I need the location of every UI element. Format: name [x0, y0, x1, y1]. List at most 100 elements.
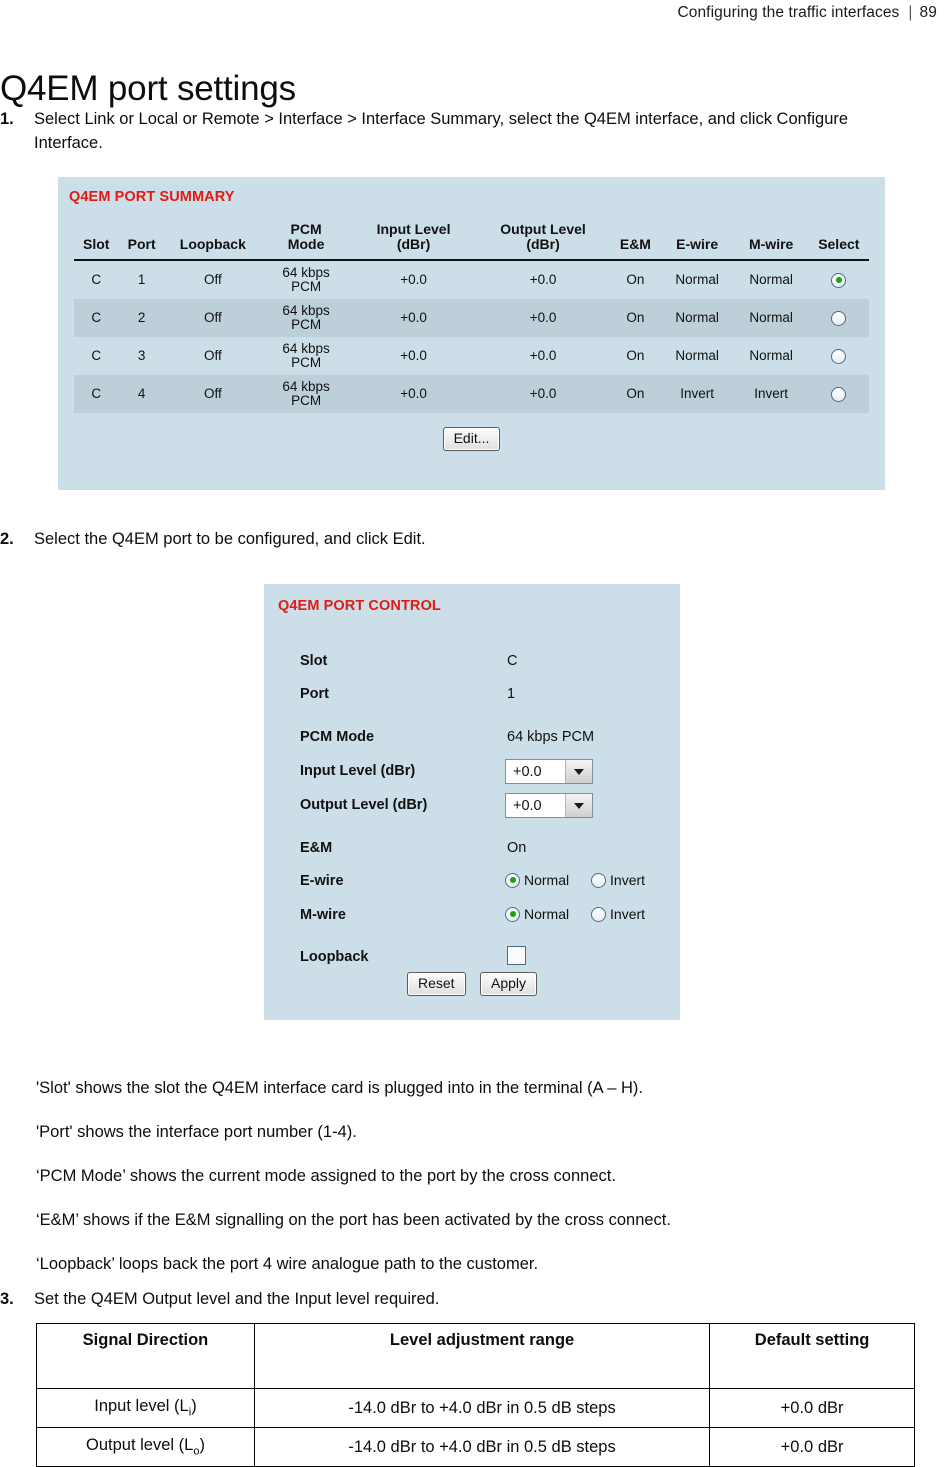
header-chapter-title: Configuring the traffic interfaces: [677, 4, 900, 21]
field-port-value: 1: [507, 686, 516, 702]
spec-column-header-default-setting: Default setting: [709, 1323, 915, 1389]
row-select-radio[interactable]: [831, 348, 847, 364]
description-port: 'Port' shows the interface port number (…: [36, 1122, 357, 1141]
step-2-number: 2.: [0, 530, 14, 548]
e-wire-normal-option[interactable]: Normal: [505, 872, 569, 888]
column-header-input-level-line2: (dBr): [396, 236, 431, 252]
spec-column-header-signal-direction: Signal Direction: [36, 1323, 255, 1389]
cell-loopback: Off: [203, 386, 222, 401]
m-wire-normal-radio[interactable]: [505, 906, 520, 922]
e-wire-invert-radio[interactable]: [591, 872, 607, 888]
field-port: Port 1: [300, 686, 670, 708]
description-slot: 'Slot' shows the slot the Q4EM interface…: [36, 1078, 644, 1097]
field-m-wire: M-wire Normal Invert: [300, 906, 670, 929]
cell-select[interactable]: [809, 299, 869, 337]
e-wire-invert-option[interactable]: Invert: [591, 872, 645, 888]
field-e-wire: E-wire Normal Invert: [300, 872, 670, 895]
field-loopback: Loopback: [300, 946, 670, 971]
q4em-port-summary-screenshot: Q4EM PORT SUMMARY Slot Port Loopback PCM…: [58, 177, 885, 490]
e-wire-radio-group: Normal Invert: [505, 872, 663, 891]
step-2-text: Select the Q4EM port to be configured, a…: [34, 530, 426, 548]
cell-em: On: [626, 272, 645, 287]
description-pcm-mode: ‘PCM Mode’ shows the current mode assign…: [36, 1166, 616, 1185]
cell-slot: C: [91, 272, 102, 287]
cell-select[interactable]: [809, 337, 869, 375]
output-level-dropdown[interactable]: +0.0: [505, 793, 593, 818]
level-adjustment-table: Signal Direction Level adjustment range …: [36, 1323, 915, 1467]
cell-input-level: +0.0: [400, 386, 427, 401]
step-1-text: Select Link or Local or Remote > Interfa…: [34, 110, 849, 152]
step-1: 1. Select Link or Local or Remote > Inte…: [0, 107, 900, 155]
row-select-radio[interactable]: [831, 310, 847, 326]
cell-pcm-mode-line1: 64 kbps: [282, 341, 330, 356]
row-select-radio[interactable]: [831, 386, 847, 402]
apply-button[interactable]: Apply: [480, 972, 538, 996]
row-select-radio[interactable]: [831, 272, 847, 288]
reset-button[interactable]: Reset: [406, 972, 466, 996]
spec-cell-direction: Output level (Lo): [36, 1427, 255, 1467]
cell-pcm-mode-line2: PCM: [291, 317, 322, 332]
cell-select[interactable]: [809, 260, 869, 299]
table-row[interactable]: C 1 Off 64 kbps PCM +0.0 +0.0 On Normal …: [74, 260, 869, 299]
column-header-select-line1: Select: [818, 236, 860, 252]
spec-cell-range: -14.0 dBr to +4.0 dBr in 0.5 dB steps: [253, 1427, 711, 1467]
step-3-number: 3.: [0, 1290, 14, 1308]
step-2: 2. Select the Q4EM port to be configured…: [0, 527, 820, 551]
spec-cell-default: +0.0 dBr: [709, 1388, 915, 1428]
field-pcm-mode-value: 64 kbps PCM: [507, 729, 595, 745]
input-level-dropdown[interactable]: +0.0: [505, 759, 593, 784]
column-header-port-line1: Port: [127, 236, 156, 252]
spec-table-header-row: Signal Direction Level adjustment range …: [36, 1323, 915, 1389]
field-input-level-label: Input Level (dBr): [300, 763, 416, 779]
edit-button[interactable]: Edit...: [442, 427, 501, 451]
table-row[interactable]: C 3 Off 64 kbps PCM +0.0 +0.0 On Normal …: [74, 337, 869, 375]
column-header-input-level-line1: Input Level: [376, 221, 451, 237]
cell-input-level: +0.0: [400, 348, 427, 363]
column-header-em: E&M: [610, 219, 661, 261]
running-header: Configuring the traffic interfaces | 89: [677, 4, 937, 22]
table-row[interactable]: C 4 Off 64 kbps PCM +0.0 +0.0 On Invert …: [74, 375, 869, 413]
e-wire-invert-label: Invert: [610, 872, 646, 888]
cell-slot: C: [91, 348, 102, 363]
port-control-title: Q4EM PORT CONTROL: [278, 598, 441, 614]
description-em: ‘E&M’ shows if the E&M signalling on the…: [36, 1210, 671, 1229]
spec-cell-default: +0.0 dBr: [709, 1427, 915, 1467]
step-3-text: Set the Q4EM Output level and the Input …: [34, 1290, 440, 1308]
m-wire-radio-group: Normal Invert: [505, 906, 663, 925]
spec-table-row: Output level (Lo) -14.0 dBr to +4.0 dBr …: [36, 1427, 915, 1467]
m-wire-invert-option[interactable]: Invert: [591, 906, 645, 922]
field-e-wire-label: E-wire: [300, 873, 344, 889]
column-header-loopback: Loopback: [164, 219, 261, 261]
cell-pcm-mode-line2: PCM: [291, 393, 322, 408]
field-loopback-label: Loopback: [300, 949, 369, 965]
column-header-output-level: Output Level (dBr): [475, 219, 611, 261]
cell-select[interactable]: [809, 375, 869, 413]
cell-m-wire: Normal: [749, 272, 793, 287]
m-wire-invert-radio[interactable]: [591, 906, 607, 922]
cell-e-wire: Normal: [675, 348, 719, 363]
page-number: 89: [919, 4, 937, 21]
chevron-down-icon[interactable]: [565, 760, 592, 783]
spec-table-row: Input level (Li) -14.0 dBr to +4.0 dBr i…: [36, 1388, 915, 1428]
cell-pcm-mode-line1: 64 kbps: [282, 303, 330, 318]
chevron-down-icon[interactable]: [565, 794, 592, 817]
column-header-pcm-mode-line1: PCM: [290, 221, 322, 237]
output-level-dropdown-value: +0.0: [506, 794, 565, 817]
column-header-port: Port: [118, 219, 165, 261]
cell-pcm-mode: 64 kbps PCM: [261, 337, 351, 375]
description-loopback: ‘Loopback’ loops back the port 4 wire an…: [36, 1254, 539, 1273]
table-row[interactable]: C 2 Off 64 kbps PCM +0.0 +0.0 On Normal …: [74, 299, 869, 337]
loopback-checkbox[interactable]: [507, 946, 526, 965]
cell-loopback: Off: [203, 272, 222, 287]
e-wire-normal-radio[interactable]: [505, 872, 520, 888]
m-wire-normal-option[interactable]: Normal: [505, 906, 569, 922]
port-summary-table: Slot Port Loopback PCM Mode Input Level …: [74, 219, 869, 413]
cell-loopback: Off: [203, 348, 222, 363]
field-output-level-label: Output Level (dBr): [300, 797, 428, 813]
field-slot-label: Slot: [300, 653, 328, 669]
field-pcm-mode: PCM Mode 64 kbps PCM: [300, 729, 670, 751]
column-header-e-wire-line1: E-wire: [676, 236, 719, 252]
column-header-select: Select: [808, 219, 869, 261]
field-em: E&M On: [300, 840, 670, 862]
cell-output-level: +0.0: [529, 348, 557, 363]
